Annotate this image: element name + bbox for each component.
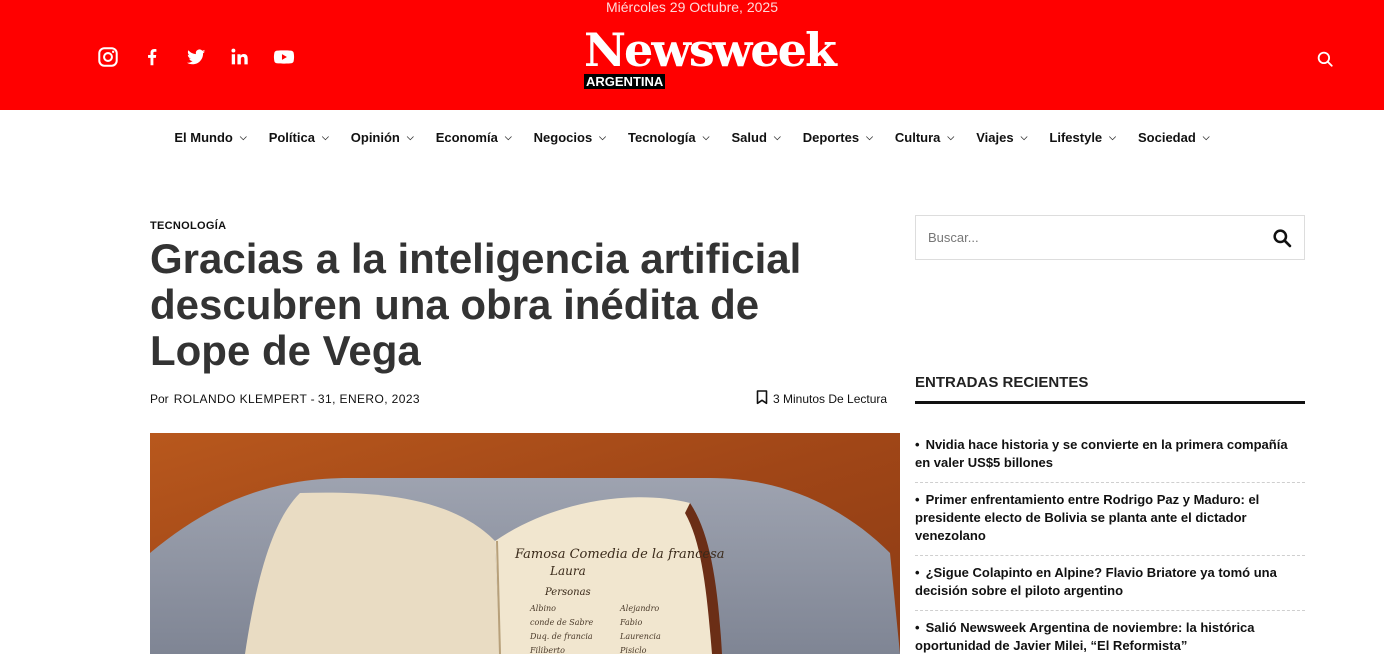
article-category[interactable]: TECNOLOGÍA	[150, 220, 226, 232]
nav-item-label: Política	[268, 130, 315, 145]
nav-item-label: Tecnología	[628, 130, 696, 145]
chevron-down-icon: ⌵	[1020, 132, 1028, 142]
recent-post-link[interactable]: Salió Newsweek Argentina de noviembre: l…	[915, 620, 1255, 653]
svg-text:Filiberto: Filiberto	[529, 646, 565, 654]
recent-post-link[interactable]: Nvidia hace historia y se convierte en l…	[915, 437, 1288, 470]
list-item: • Salió Newsweek Argentina de noviembre: …	[915, 611, 1305, 654]
heading-underline	[915, 401, 1305, 404]
svg-text:conde de Sabre: conde de Sabre	[530, 618, 593, 627]
nav-item-opinion[interactable]: Opinión ⌵	[340, 130, 425, 145]
reading-time: 3 Minutos De Lectura	[756, 390, 887, 408]
chevron-down-icon: ⌵	[239, 132, 247, 142]
nav-item-label: Viajes	[976, 130, 1014, 145]
nav-item-salud[interactable]: Salud ⌵	[720, 130, 791, 145]
social-links	[96, 45, 296, 69]
recent-post-link[interactable]: Primer enfrentamiento entre Rodrigo Paz …	[915, 492, 1259, 543]
chevron-down-icon: ⌵	[504, 132, 512, 142]
author-link[interactable]: ROLANDO KLEMPERT	[174, 392, 308, 406]
nav-item-label: Cultura	[894, 130, 941, 145]
nav-item-label: El Mundo	[174, 130, 233, 145]
search-icon[interactable]	[1316, 50, 1334, 68]
svg-text:Personas: Personas	[544, 587, 591, 598]
nav-item-el-mundo[interactable]: El Mundo ⌵	[163, 130, 257, 145]
chevron-down-icon: ⌵	[599, 132, 606, 142]
article-byline: Por ROLANDO KLEMPERT - 31, ENERO, 2023	[150, 392, 420, 406]
nav-item-negocios[interactable]: Negocios ⌵	[523, 130, 617, 145]
facebook-icon[interactable]	[140, 45, 164, 69]
nav-item-label: Economía	[435, 130, 498, 145]
bullet: •	[915, 437, 920, 452]
recent-posts-list: • Nvidia hace historia y se convierte en …	[915, 428, 1305, 654]
nav-item-tecnologia[interactable]: Tecnología ⌵	[617, 130, 720, 145]
nav-item-label: Negocios	[533, 130, 593, 145]
byline-separator: -	[310, 392, 315, 406]
svg-text:Alejandro: Alejandro	[619, 604, 659, 613]
nav-item-label: Deportes	[802, 130, 860, 145]
svg-text:Albino: Albino	[529, 604, 556, 613]
youtube-icon[interactable]	[272, 45, 296, 69]
list-item: • Nvidia hace historia y se convierte en …	[915, 428, 1305, 483]
svg-text:Laurencia: Laurencia	[619, 632, 661, 641]
chevron-down-icon: ⌵	[866, 132, 873, 142]
article-date: 31, ENERO, 2023	[317, 392, 420, 406]
byline-prefix: Por	[150, 392, 169, 406]
search-input[interactable]	[916, 216, 1256, 259]
chevron-down-icon: ⌵	[321, 132, 329, 142]
nav-item-cultura[interactable]: Cultura ⌵	[884, 130, 965, 145]
nav-item-label: Lifestyle	[1049, 130, 1103, 145]
nav-item-politica[interactable]: Política ⌵	[258, 130, 340, 145]
svg-text:Famosa Comedia de la francesa: Famosa Comedia de la francesa	[514, 547, 725, 562]
nav-item-viajes[interactable]: Viajes ⌵	[965, 130, 1038, 145]
article-hero-image: Famosa Comedia de la francesa Laura Pers…	[150, 433, 900, 654]
chevron-down-icon: ⌵	[406, 132, 414, 142]
site-header: Miércoles 29 Octubre, 2025 Newsweek ARGE…	[0, 0, 1384, 110]
svg-text:Laura: Laura	[549, 564, 586, 578]
nav-item-lifestyle[interactable]: Lifestyle ⌵	[1038, 130, 1127, 145]
logo-edition: ARGENTINA	[584, 74, 666, 89]
chevron-down-icon: ⌵	[947, 132, 955, 142]
header-date: Miércoles 29 Octubre, 2025	[606, 0, 778, 15]
list-item: • Primer enfrentamiento entre Rodrigo Paz…	[915, 483, 1305, 556]
linkedin-icon[interactable]	[228, 45, 252, 69]
chevron-down-icon: ⌵	[1202, 132, 1210, 142]
nav-item-deportes[interactable]: Deportes ⌵	[792, 130, 884, 145]
logo-wordmark: Newsweek	[584, 23, 837, 77]
twitter-icon[interactable]	[184, 45, 208, 69]
search-icon[interactable]	[1272, 228, 1292, 248]
chevron-down-icon: ⌵	[702, 132, 710, 142]
sidebar-search	[915, 215, 1305, 260]
chevron-down-icon: ⌵	[1109, 132, 1116, 142]
nav-item-sociedad[interactable]: Sociedad ⌵	[1127, 130, 1221, 145]
chevron-down-icon: ⌵	[773, 132, 781, 142]
list-item: • ¿Sigue Colapinto en Alpine? Flavio Bria…	[915, 556, 1305, 611]
recent-post-link[interactable]: ¿Sigue Colapinto en Alpine? Flavio Briat…	[915, 565, 1277, 598]
instagram-icon[interactable]	[96, 45, 120, 69]
bullet: •	[915, 492, 920, 507]
nav-item-label: Salud	[731, 130, 767, 145]
svg-text:Fabio: Fabio	[619, 618, 642, 627]
bookmark-icon	[756, 390, 768, 408]
nav-item-economia[interactable]: Economía ⌵	[425, 130, 523, 145]
recent-posts-heading: ENTRADAS RECIENTES	[915, 374, 1089, 391]
bullet: •	[915, 565, 920, 580]
site-logo[interactable]: Newsweek ARGENTINA	[584, 24, 859, 90]
nav-item-label: Opinión	[350, 130, 400, 145]
reading-time-label: 3 Minutos De Lectura	[773, 392, 888, 406]
nav-item-label: Sociedad	[1138, 130, 1196, 145]
svg-text:Duq. de francia: Duq. de francia	[529, 632, 593, 641]
svg-text:Pisiclo: Pisiclo	[619, 646, 647, 654]
article-title: Gracias a la inteligencia artificial des…	[150, 235, 802, 374]
main-nav: El Mundo ⌵ Política ⌵ Opinión ⌵ Economía ⌵ N…	[0, 110, 1384, 165]
bullet: •	[915, 620, 920, 635]
